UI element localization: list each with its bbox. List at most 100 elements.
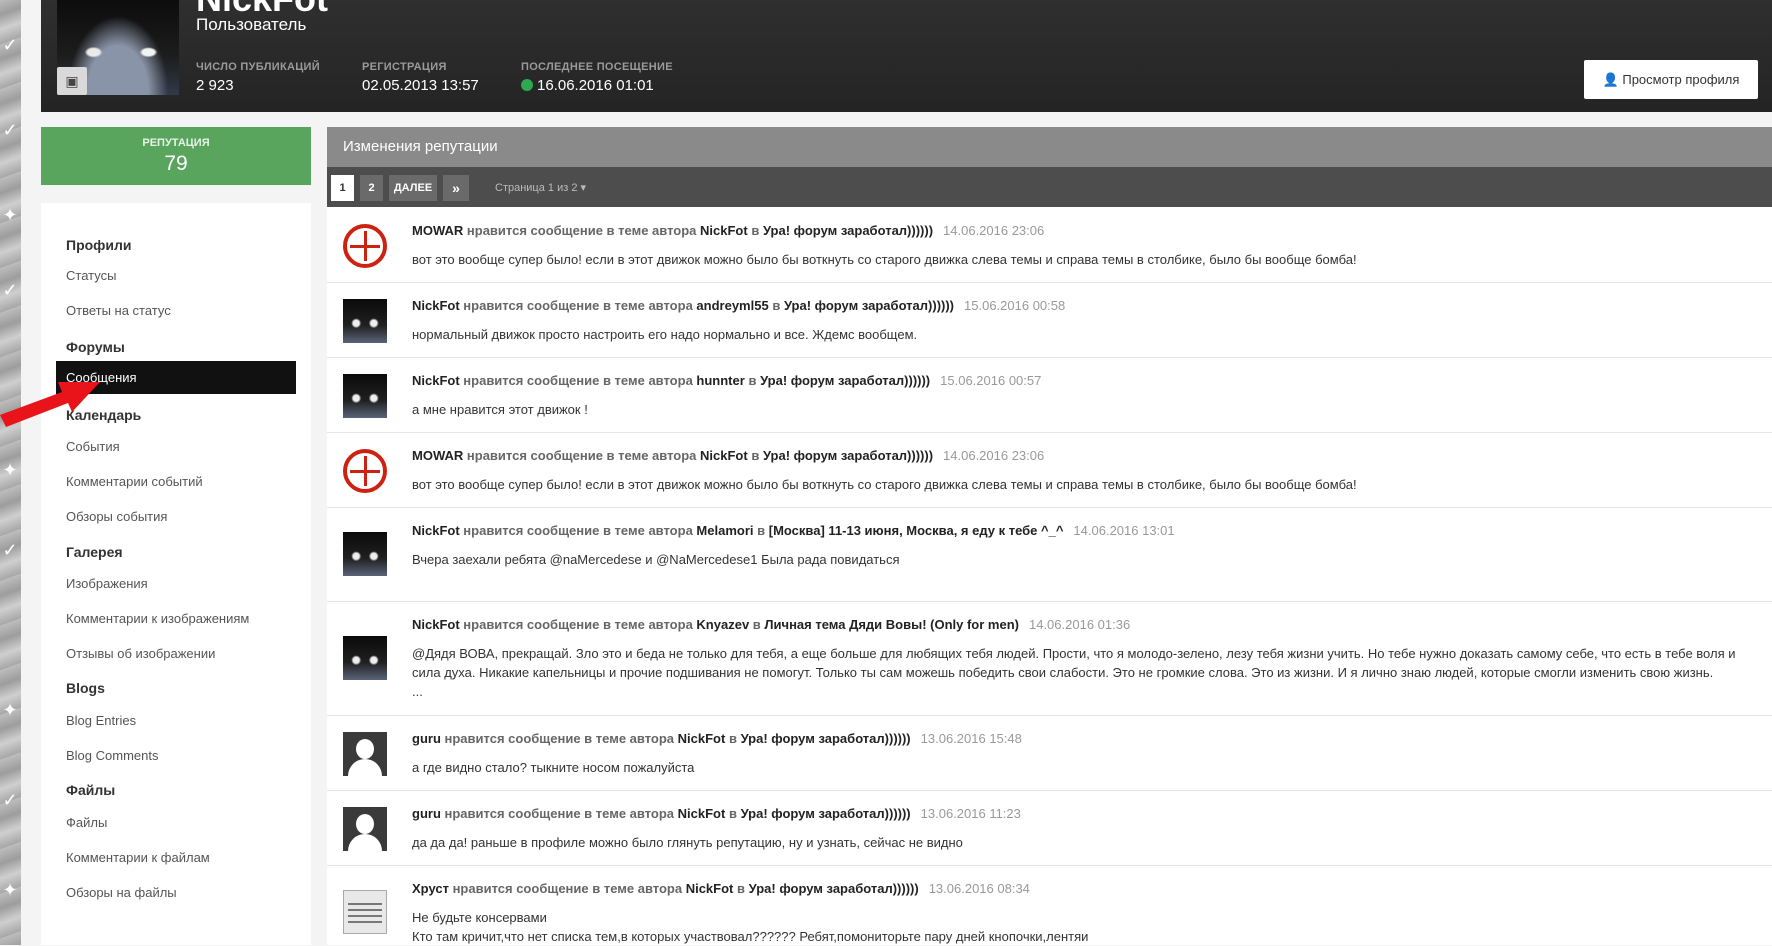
- item-header: NickFot нравится сообщение в теме автора…: [412, 298, 1065, 313]
- topic-link[interactable]: Ура! форум заработал)))))): [741, 731, 911, 746]
- author-link[interactable]: guru: [412, 731, 441, 746]
- stat-value: 2 923: [196, 77, 234, 94]
- check-icon: ✓: [2, 120, 18, 140]
- sidebar-item-file-reviews[interactable]: Обзоры на файлы: [66, 885, 177, 900]
- star-icon: ✦: [2, 880, 18, 900]
- check-icon: ✓: [2, 35, 18, 55]
- item-date: 14.06.2016 23:06: [943, 223, 1045, 238]
- item-text: вот это вообще супер было! если в этот д…: [412, 477, 1357, 492]
- item-text: а мне нравится этот движок !: [412, 402, 588, 417]
- next-page-button[interactable]: ДАЛЕЕ: [389, 175, 437, 201]
- sidebar-group-blogs: Blogs: [66, 680, 105, 696]
- sidebar-item-image-comments[interactable]: Комментарии к изображениям: [66, 611, 249, 626]
- star-icon: ✦: [2, 700, 18, 720]
- sidebar-item-file-comments[interactable]: Комментарии к файлам: [66, 850, 210, 865]
- item-prep: в: [751, 223, 760, 238]
- user-avatar[interactable]: [343, 532, 387, 576]
- caret-down-icon: ▾: [580, 182, 587, 194]
- reputation-item: NickFot нравится сообщение в теме автора…: [327, 282, 1772, 358]
- stat-label: Регистрация: [362, 61, 447, 73]
- panel-title: Изменения репутации: [327, 127, 1772, 167]
- topic-link[interactable]: Личная тема Дяди Вовы! (Only for men): [764, 617, 1019, 632]
- stat-value: 02.05.2013 13:57: [362, 77, 479, 94]
- sidebar-item-image-reviews[interactable]: Отзывы об изображении: [66, 646, 215, 661]
- user-avatar[interactable]: [343, 224, 387, 268]
- sidebar-item-images[interactable]: Изображения: [66, 576, 148, 591]
- item-header: MOWAR нравится сообщение в теме автора N…: [412, 223, 1044, 238]
- item-text-content: @Дядя ВОВА, прекращай. Зло это и беда не…: [412, 646, 1736, 680]
- item-prep: в: [748, 373, 757, 388]
- view-profile-button[interactable]: 👤 Просмотр профиля: [1584, 60, 1758, 99]
- item-verb: нравится сообщение в теме автора: [463, 373, 693, 388]
- sidebar-item-event-reviews[interactable]: Обзоры события: [66, 509, 167, 524]
- online-status-icon: [521, 79, 533, 91]
- topic-link[interactable]: Ура! форум заработал)))))): [763, 448, 933, 463]
- item-verb: нравится сообщение в теме автора: [463, 298, 693, 313]
- sidebar-item-statuses[interactable]: Статусы: [66, 268, 116, 283]
- item-text: @Дядя ВОВА, прекращай. Зло это и беда не…: [412, 644, 1762, 701]
- topic-link[interactable]: Ура! форум заработал)))))): [763, 223, 933, 238]
- reputation-item: Хруст нравится сообщение в теме автора N…: [327, 865, 1772, 945]
- topic-link[interactable]: Ура! форум заработал)))))): [741, 806, 911, 821]
- user-avatar[interactable]: [343, 636, 387, 680]
- target-link[interactable]: andreyml55: [696, 298, 768, 313]
- author-link[interactable]: NickFot: [412, 298, 460, 313]
- topic-link[interactable]: [Москва] 11-13 июня, Москва, я еду к теб…: [769, 523, 1064, 538]
- red-arrow-annotation: [0, 382, 100, 427]
- target-link[interactable]: Melamori: [696, 523, 753, 538]
- user-avatar[interactable]: [343, 374, 387, 418]
- user-title: Пользователь: [196, 15, 307, 34]
- activity-sidebar: Профили Статусы Ответы на статус Форумы …: [41, 203, 311, 945]
- author-link[interactable]: NickFot: [412, 373, 460, 388]
- page-background-strip: ✓ ✓ ✦ ✓ ✦ ✓ ✦ ✓ ✦: [0, 0, 21, 945]
- target-link[interactable]: NickFot: [678, 731, 726, 746]
- target-link[interactable]: hunnter: [696, 373, 744, 388]
- sidebar-item-status-replies[interactable]: Ответы на статус: [66, 303, 171, 318]
- stat-value: 16.06.2016 01:01: [521, 77, 673, 94]
- reputation-value: 79: [164, 152, 188, 175]
- page-2-button[interactable]: 2: [360, 175, 383, 201]
- item-text: нормальный движок просто настроить его н…: [412, 327, 918, 342]
- user-avatar[interactable]: [343, 449, 387, 493]
- check-icon: ✓: [2, 790, 18, 810]
- target-link[interactable]: NickFot: [700, 223, 748, 238]
- item-header: NickFot нравится сообщение в теме автора…: [412, 523, 1175, 538]
- item-date: 15.06.2016 00:58: [964, 298, 1066, 313]
- author-link[interactable]: Хруст: [412, 881, 449, 896]
- item-text: а где видно стало? тыкните носом пожалуй…: [412, 760, 695, 775]
- author-link[interactable]: MOWAR: [412, 448, 463, 463]
- item-date: 13.06.2016 11:23: [920, 806, 1021, 821]
- sidebar-item-event-comments[interactable]: Комментарии событий: [66, 474, 203, 489]
- target-link[interactable]: NickFot: [678, 806, 726, 821]
- reputation-item: guru нравится сообщение в теме автора Ni…: [327, 715, 1772, 791]
- sidebar-item-blog-entries[interactable]: Blog Entries: [66, 713, 136, 728]
- author-link[interactable]: NickFot: [412, 617, 460, 632]
- item-text-line2: Кто там кричит,что нет списка тем,в кото…: [412, 929, 1089, 944]
- author-link[interactable]: guru: [412, 806, 441, 821]
- user-avatar[interactable]: [343, 807, 387, 851]
- item-header: guru нравится сообщение в теме автора Ni…: [412, 731, 1022, 746]
- topic-link[interactable]: Ура! форум заработал)))))): [784, 298, 954, 313]
- topic-link[interactable]: Ура! форум заработал)))))): [760, 373, 930, 388]
- profile-header: ▣ NickFot Пользователь Число публикаций …: [41, 0, 1772, 112]
- user-avatar[interactable]: [343, 890, 387, 934]
- check-icon: ✓: [2, 540, 18, 560]
- item-date: 14.06.2016 13:01: [1073, 523, 1175, 538]
- page-jump-dropdown[interactable]: Страница 1 из 2 ▾: [495, 175, 586, 201]
- topic-link[interactable]: Ура! форум заработал)))))): [749, 881, 919, 896]
- sidebar-item-files[interactable]: Файлы: [66, 815, 107, 830]
- target-link[interactable]: Knyazev: [696, 617, 749, 632]
- item-text: вот это вообще супер было! если в этот д…: [412, 252, 1357, 267]
- author-link[interactable]: MOWAR: [412, 223, 463, 238]
- user-avatar[interactable]: [343, 299, 387, 343]
- author-link[interactable]: NickFot: [412, 523, 460, 538]
- item-text: Вчера заехали ребята @naMercedese и @NaM…: [412, 552, 900, 567]
- sidebar-item-blog-comments[interactable]: Blog Comments: [66, 748, 158, 763]
- sidebar-item-events[interactable]: События: [66, 439, 120, 454]
- user-avatar[interactable]: [343, 732, 387, 776]
- target-link[interactable]: NickFot: [686, 881, 734, 896]
- change-photo-icon[interactable]: ▣: [57, 67, 87, 95]
- last-page-button[interactable]: »: [443, 175, 469, 201]
- page-1-button[interactable]: 1: [331, 175, 354, 201]
- target-link[interactable]: NickFot: [700, 448, 748, 463]
